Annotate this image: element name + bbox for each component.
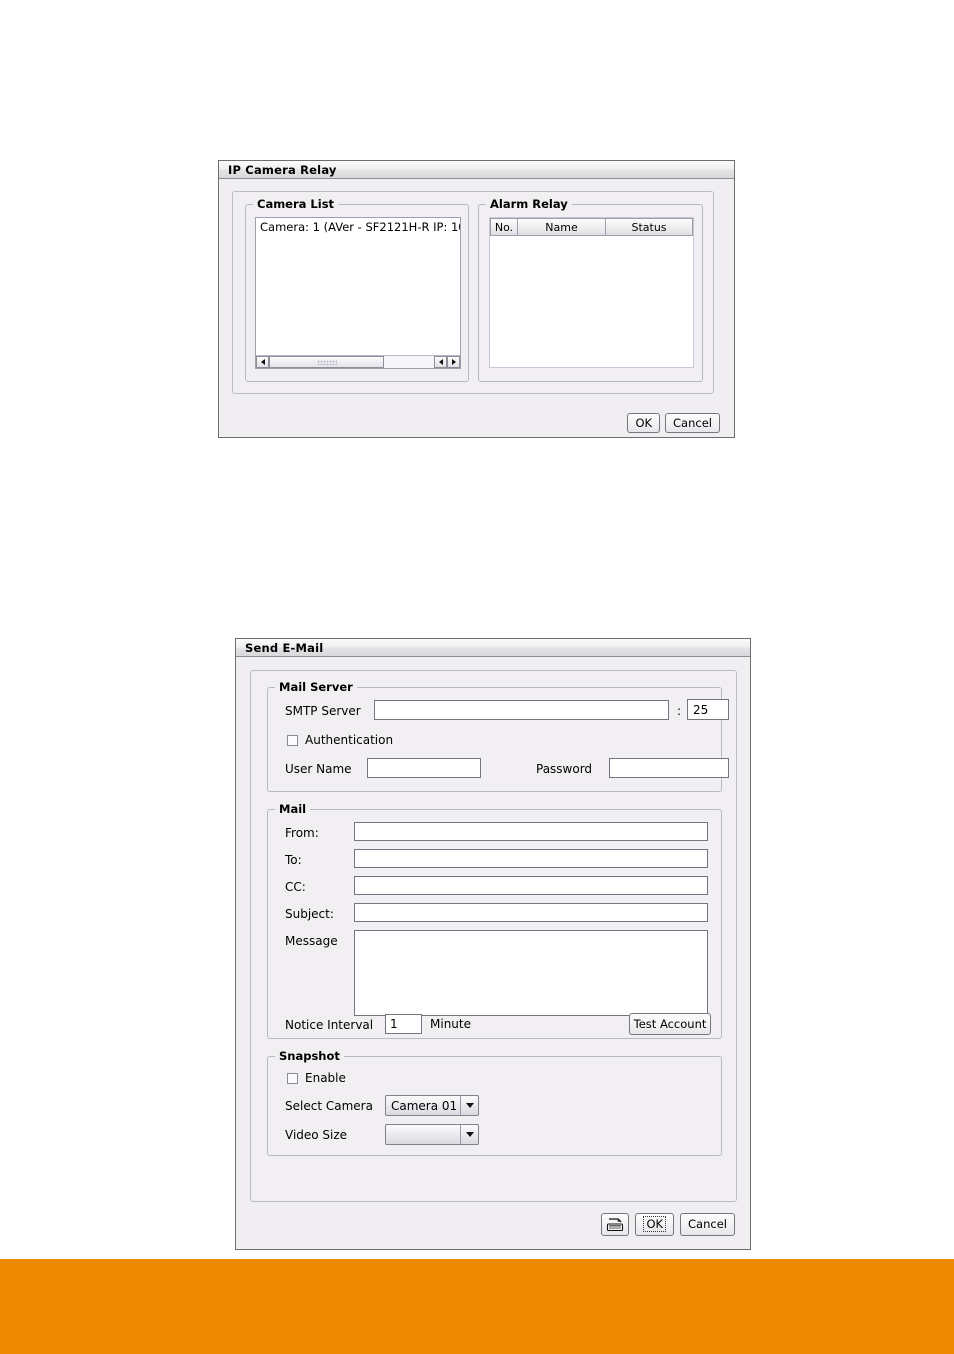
to-label: To: — [285, 853, 302, 867]
send-email-body: Mail Server SMTP Server : 25 Authenticat… — [236, 657, 750, 1249]
notice-interval-input[interactable]: 1 — [385, 1014, 422, 1034]
alarm-relay-table-body[interactable] — [490, 236, 693, 367]
ip-camera-relay-content-panel: Camera List Camera: 1 (AVer - SF2121H-R … — [232, 191, 714, 394]
camera-listbox[interactable]: Camera: 1 (AVer - SF2121H-R IP: 10.100 — [255, 217, 461, 369]
port-separator: : — [677, 704, 682, 718]
triangle-right-icon — [451, 359, 456, 365]
scroll-right-button[interactable] — [434, 356, 447, 368]
to-input[interactable] — [354, 849, 708, 868]
chevron-down-icon — [465, 1132, 474, 1137]
smtp-port-input[interactable]: 25 — [687, 699, 729, 720]
video-size-dropdown-button[interactable] — [460, 1125, 478, 1144]
username-input[interactable] — [367, 758, 481, 778]
from-label: From: — [285, 826, 319, 840]
send-email-window: Send E-Mail Mail Server SMTP Server : 25… — [235, 638, 751, 1250]
smtp-server-input[interactable] — [374, 700, 669, 720]
subject-input[interactable] — [354, 903, 708, 922]
subject-label: Subject: — [285, 907, 334, 921]
test-account-button[interactable]: Test Account — [629, 1013, 711, 1035]
send-email-titlebar: Send E-Mail — [236, 639, 750, 657]
keyboard-icon — [607, 1217, 624, 1231]
ip-camera-relay-body: Camera List Camera: 1 (AVer - SF2121H-R … — [219, 179, 734, 437]
send-email-button-row: OK Cancel — [601, 1213, 735, 1236]
test-account-button-label: Test Account — [633, 1016, 707, 1031]
cancel-button-label: Cancel — [673, 415, 712, 430]
triangle-left-icon — [438, 359, 443, 365]
cancel-button[interactable]: Cancel — [665, 413, 720, 433]
virtual-keyboard-button[interactable] — [601, 1213, 630, 1236]
column-header-no-label: No. — [494, 220, 514, 234]
scrollbar-thumb[interactable] — [269, 356, 384, 368]
snapshot-legend: Snapshot — [275, 1049, 344, 1063]
username-label: User Name — [285, 762, 352, 776]
ok-button-label: OK — [635, 415, 653, 430]
mail-server-group: Mail Server SMTP Server : 25 Authenticat… — [267, 680, 729, 792]
camera-list-group: Camera List Camera: 1 (AVer - SF2121H-R … — [245, 197, 469, 382]
minute-label: Minute — [430, 1017, 471, 1031]
message-textarea[interactable] — [354, 930, 708, 1016]
column-header-status[interactable]: Status — [606, 218, 693, 236]
scrollbar-track[interactable] — [384, 356, 434, 368]
authentication-label: Authentication — [305, 733, 394, 747]
video-size-label: Video Size — [285, 1128, 348, 1142]
column-header-name[interactable]: Name — [518, 218, 606, 236]
ip-camera-relay-window: IP Camera Relay Camera List Camera: 1 (A… — [218, 160, 735, 438]
cc-label: CC: — [285, 880, 306, 894]
triangle-left-icon — [260, 359, 265, 365]
from-input[interactable] — [354, 822, 708, 841]
send-email-title: Send E-Mail — [245, 640, 324, 655]
send-email-ok-button-label: OK — [643, 1216, 667, 1232]
camera-list-horizontal-scrollbar[interactable] — [256, 355, 460, 368]
select-camera-combobox[interactable]: Camera 01 — [385, 1095, 479, 1116]
message-label: Message — [285, 934, 338, 948]
alarm-relay-table[interactable]: No. Name Status — [489, 217, 694, 368]
select-camera-value: Camera 01 — [391, 1098, 458, 1113]
chevron-down-icon — [465, 1103, 474, 1108]
ip-camera-relay-button-row: OK Cancel — [627, 413, 720, 433]
send-email-cancel-button[interactable]: Cancel — [680, 1213, 735, 1236]
list-item[interactable]: Camera: 1 (AVer - SF2121H-R IP: 10.100 — [256, 218, 460, 234]
scrollbar-grip-icon — [316, 359, 337, 365]
ip-camera-relay-titlebar: IP Camera Relay — [219, 161, 734, 179]
mail-legend: Mail — [275, 802, 311, 816]
alarm-relay-table-header: No. Name Status — [490, 218, 693, 236]
ok-button[interactable]: OK — [627, 413, 661, 433]
camera-list-legend: Camera List — [253, 197, 339, 211]
page-footer-bar — [0, 1259, 954, 1354]
mail-group: Mail From: To: CC: Subject: Message Noti… — [267, 802, 722, 1039]
column-header-name-label: Name — [545, 220, 578, 234]
snapshot-enable-label: Enable — [305, 1071, 346, 1085]
mail-server-legend: Mail Server — [275, 680, 357, 694]
select-camera-label: Select Camera — [285, 1099, 373, 1113]
snapshot-enable-checkbox-row[interactable]: Enable — [287, 1071, 346, 1085]
authentication-checkbox-row[interactable]: Authentication — [287, 733, 393, 747]
alarm-relay-group: Alarm Relay No. Name Status — [478, 197, 703, 382]
password-label: Password — [536, 762, 593, 776]
authentication-checkbox[interactable] — [287, 734, 298, 746]
smtp-server-label: SMTP Server — [285, 704, 361, 718]
alarm-relay-legend: Alarm Relay — [486, 197, 572, 211]
cc-input[interactable] — [354, 876, 708, 895]
send-email-cancel-button-label: Cancel — [688, 1217, 727, 1231]
snapshot-enable-checkbox[interactable] — [287, 1072, 298, 1084]
column-header-status-label: Status — [631, 220, 667, 234]
scroll-left-button[interactable] — [256, 356, 269, 368]
password-input[interactable] — [609, 758, 729, 778]
select-camera-dropdown-button[interactable] — [460, 1096, 478, 1115]
send-email-ok-button[interactable]: OK — [635, 1213, 675, 1236]
video-size-value — [386, 1125, 460, 1144]
video-size-combobox[interactable] — [385, 1124, 479, 1145]
ip-camera-relay-title: IP Camera Relay — [228, 162, 337, 177]
snapshot-group: Snapshot Enable Select Camera Camera 01 … — [267, 1049, 722, 1156]
notice-interval-label: Notice Interval — [285, 1018, 374, 1032]
send-email-content-panel: Mail Server SMTP Server : 25 Authenticat… — [250, 670, 737, 1202]
scroll-right-button-2[interactable] — [447, 356, 460, 368]
column-header-no[interactable]: No. — [490, 218, 518, 236]
